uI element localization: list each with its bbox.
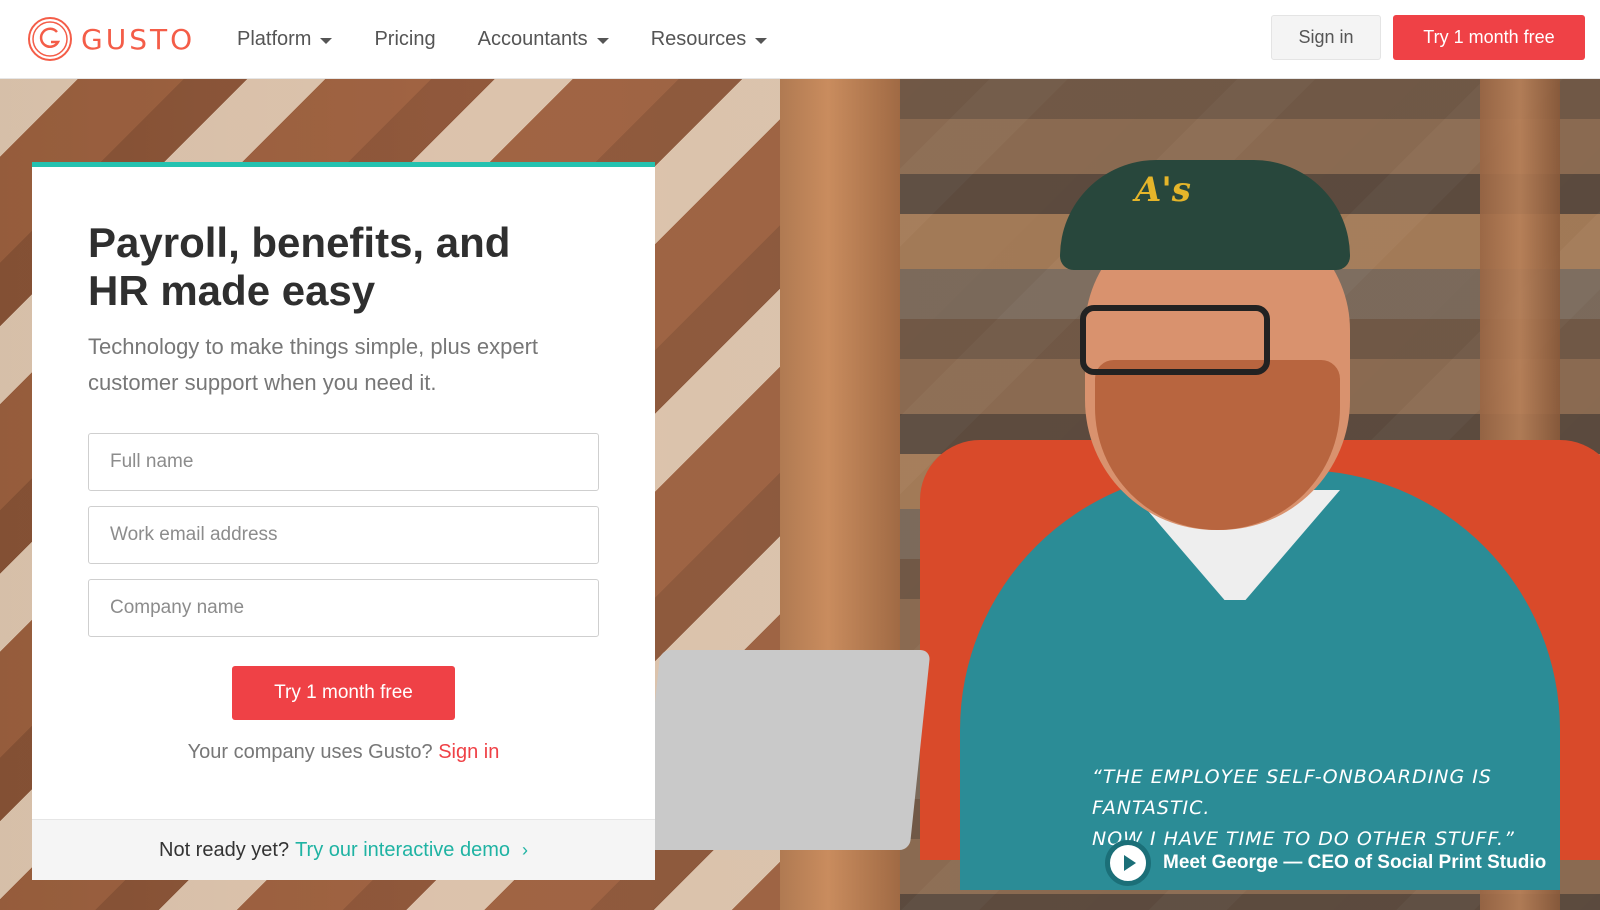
caret-down-icon bbox=[755, 37, 768, 44]
nav-item-label: Platform bbox=[237, 28, 312, 50]
company-name-input[interactable] bbox=[88, 579, 599, 637]
hero-title-line1: Payroll, benefits, and bbox=[88, 219, 511, 266]
person-glasses bbox=[1080, 305, 1270, 375]
sign-in-button[interactable]: Sign in bbox=[1271, 15, 1381, 60]
meet-george-video-link[interactable]: Meet George — CEO of Social Print Studio bbox=[1105, 840, 1546, 886]
nav-item-pricing[interactable]: Pricing bbox=[374, 28, 435, 51]
nav-item-label: Accountants bbox=[477, 28, 588, 50]
demo-prompt: Not ready yet? bbox=[159, 838, 290, 861]
demo-footer: Not ready yet? Try our interactive demo … bbox=[32, 819, 655, 880]
interactive-demo-link[interactable]: Try our interactive demo bbox=[295, 839, 510, 862]
person-cap bbox=[1060, 160, 1350, 270]
main-nav: Platform Pricing Accountants Resources bbox=[237, 0, 809, 79]
full-name-input[interactable] bbox=[88, 433, 599, 491]
cap-logo: A's bbox=[1135, 170, 1191, 210]
brand-name: GUSTO bbox=[81, 22, 196, 56]
gusto-logo[interactable]: GUSTO bbox=[27, 16, 195, 62]
laptop bbox=[639, 650, 931, 850]
chevron-right-icon[interactable]: › bbox=[522, 840, 528, 861]
signup-card: Payroll, benefits, and HR made easy Tech… bbox=[32, 162, 655, 880]
nav-item-accountants[interactable]: Accountants bbox=[478, 28, 609, 51]
try-free-button[interactable]: Try 1 month free bbox=[232, 666, 455, 720]
existing-customer-prompt: Your company uses Gusto? bbox=[187, 741, 433, 763]
sign-in-link[interactable]: Sign in bbox=[438, 741, 499, 763]
existing-customer-line: Your company uses Gusto? Sign in bbox=[32, 741, 655, 764]
work-email-input[interactable] bbox=[88, 506, 599, 564]
hero-title-line2: HR made easy bbox=[88, 267, 376, 314]
nav-item-label: Resources bbox=[650, 28, 747, 50]
caret-down-icon bbox=[596, 37, 609, 44]
hero-subtitle: Technology to make things simple, plus e… bbox=[88, 334, 539, 395]
nav-item-platform[interactable]: Platform bbox=[237, 28, 333, 51]
site-header: GUSTO Platform Pricing Accountants Resou… bbox=[0, 0, 1600, 79]
caret-down-icon bbox=[320, 37, 333, 44]
meet-label[interactable]: Meet George — CEO of Social Print Studio bbox=[1163, 852, 1546, 874]
quote-line1: “The employee self-onboarding is fantast… bbox=[1092, 766, 1492, 819]
gusto-logo-icon bbox=[28, 17, 72, 61]
nav-item-resources[interactable]: Resources bbox=[651, 28, 768, 51]
nav-item-label: Pricing bbox=[374, 28, 436, 50]
try-free-header-button[interactable]: Try 1 month free bbox=[1393, 15, 1585, 60]
play-triangle bbox=[1123, 855, 1136, 871]
hero-title: Payroll, benefits, and HR made easy bbox=[88, 219, 588, 315]
play-icon[interactable] bbox=[1105, 840, 1151, 886]
